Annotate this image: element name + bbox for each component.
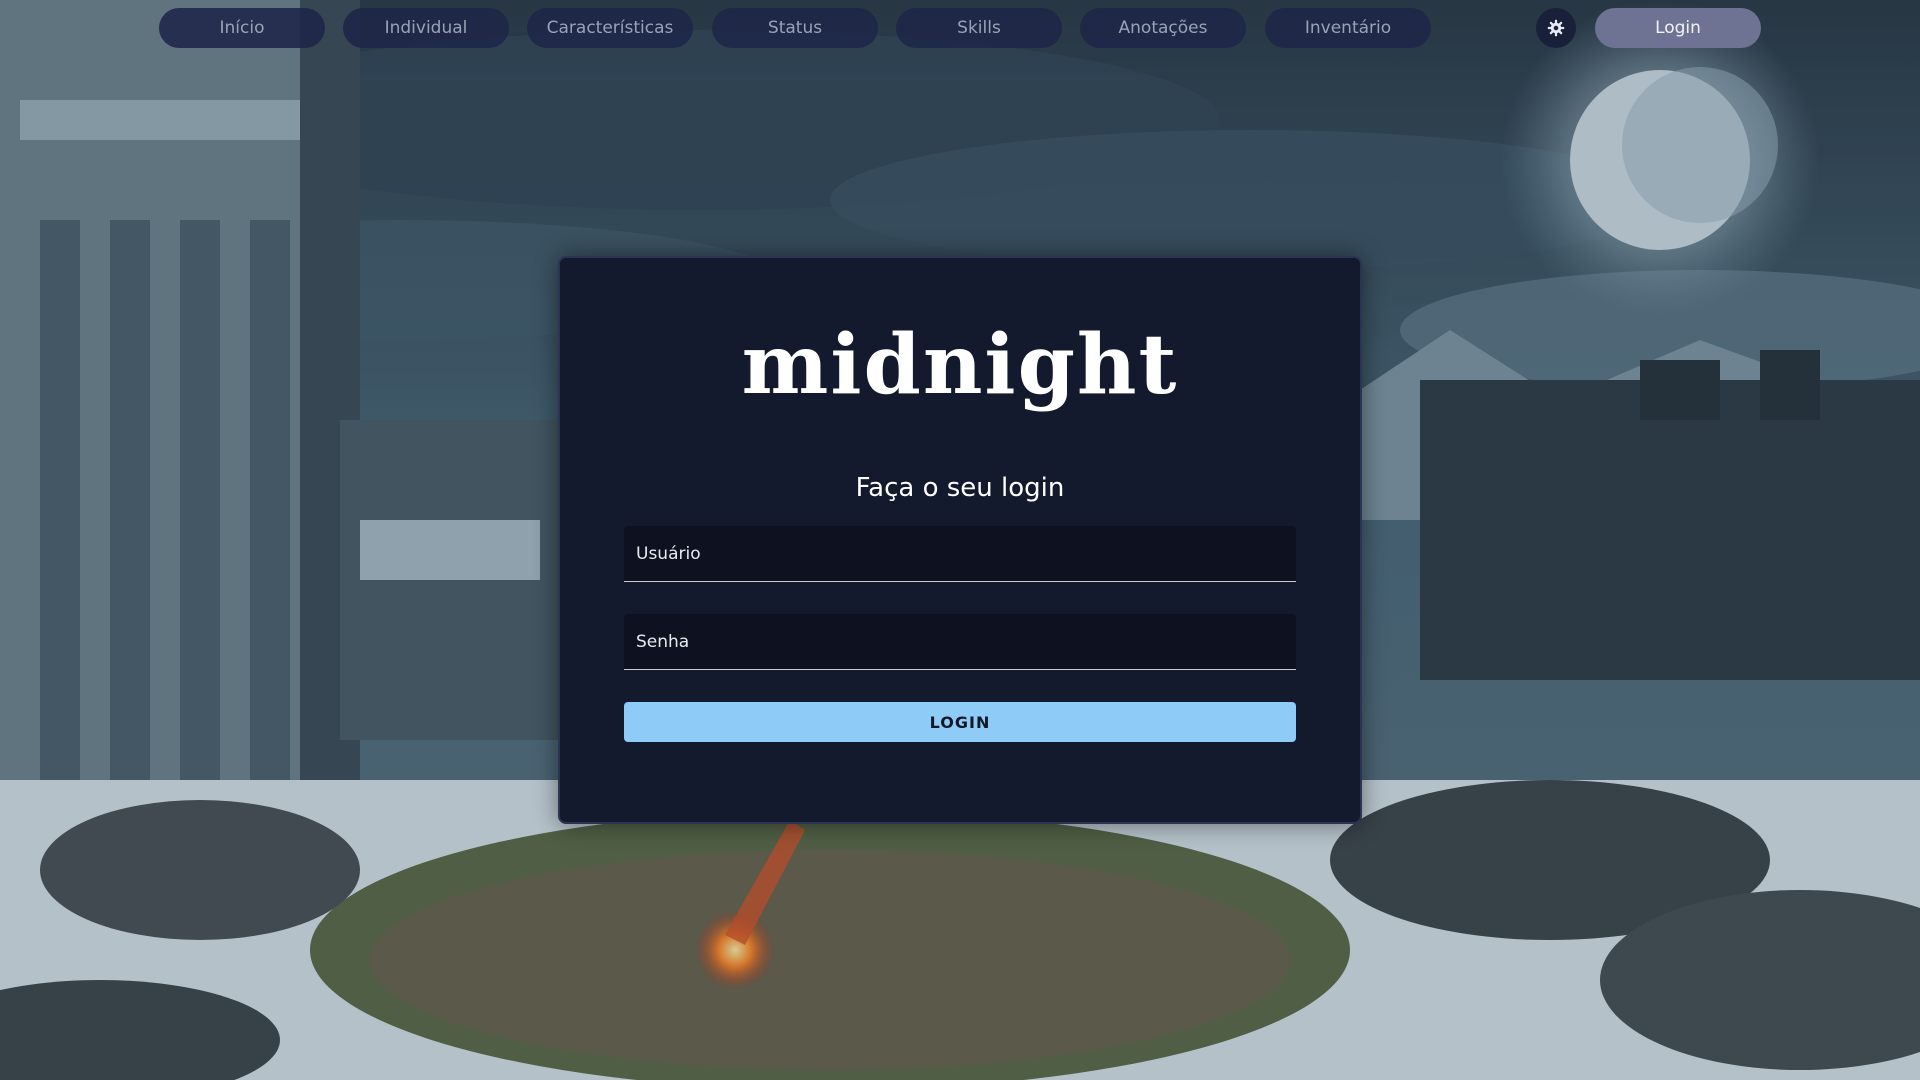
gear-icon [1547, 19, 1565, 37]
nav-item-inventario[interactable]: Inventário [1265, 8, 1431, 48]
password-input[interactable] [624, 614, 1296, 670]
nav-item-inicio[interactable]: Início [159, 8, 325, 48]
app-logo: midnight [741, 317, 1179, 413]
top-navigation: Início Individual Características Status… [0, 0, 1920, 56]
nav-item-caracteristicas[interactable]: Características [527, 8, 693, 48]
nav-item-status[interactable]: Status [712, 8, 878, 48]
nav-item-skills[interactable]: Skills [896, 8, 1062, 48]
nav-item-anotacoes[interactable]: Anotações [1080, 8, 1246, 48]
nav-item-individual[interactable]: Individual [343, 8, 509, 48]
login-submit-button[interactable]: LOGIN [624, 702, 1296, 742]
login-title: Faça o seu login [855, 473, 1065, 503]
settings-button[interactable] [1536, 8, 1576, 48]
username-input[interactable] [624, 526, 1296, 582]
login-card: midnight Faça o seu login LOGIN [558, 256, 1362, 824]
nav-login-button[interactable]: Login [1595, 8, 1761, 48]
